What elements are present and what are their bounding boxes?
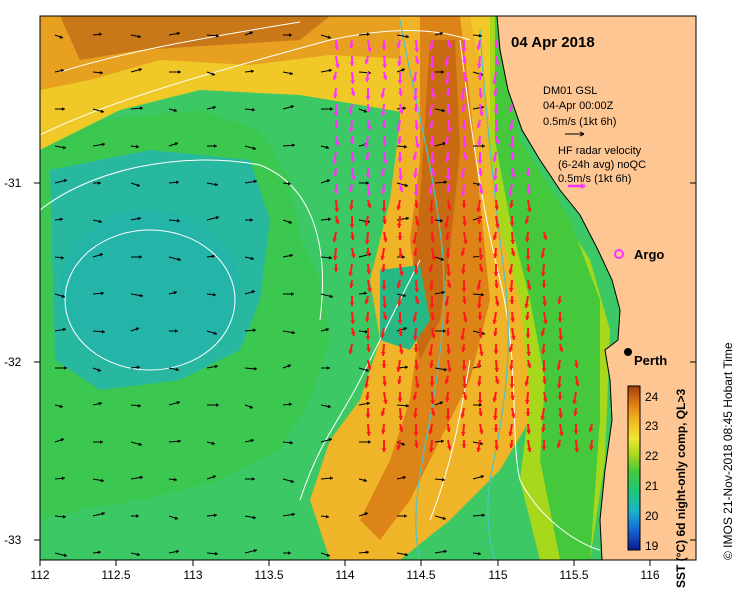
model-legend-line1: DM01 GSL: [543, 85, 598, 97]
map-date: 04 Apr 2018: [511, 34, 595, 51]
x-tick-label: 114: [335, 568, 355, 582]
colorbar: [627, 385, 641, 551]
x-tick-label: 112.5: [101, 568, 131, 582]
colorbar-tick-label: 19: [645, 539, 659, 553]
model-legend-line3: 0.5m/s (1kt 6h): [543, 116, 617, 128]
sst-map: [34, 15, 697, 566]
colorbar-tick-label: 20: [645, 509, 659, 523]
argo-label: Argo: [634, 247, 665, 262]
y-tick-label: -32: [4, 355, 22, 369]
x-tick-label: 115: [488, 568, 508, 582]
colorbar-title: SST (°C) 6d night-only comp, QL>3: [674, 388, 688, 588]
colorbar-tick-label: 23: [645, 419, 659, 433]
credit-text: © IMOS 21-Nov-2018 08:45 Hobart Time: [721, 342, 735, 560]
y-tick-label: -31: [4, 176, 22, 190]
radar-legend-line2: (6-24h avg) noQC: [558, 159, 647, 171]
colorbar-tick-label: 24: [645, 390, 659, 404]
colorbar-tick-label: 22: [645, 449, 659, 463]
model-legend-line2: 04-Apr 00:00Z: [543, 100, 614, 112]
perth-marker: [624, 348, 632, 356]
radar-legend-line3: 0.5m/s (1kt 6h): [558, 173, 632, 185]
x-tick-label: 115.5: [559, 568, 589, 582]
x-tick-label: 112: [30, 568, 50, 582]
colorbar-tick-label: 21: [645, 479, 659, 493]
y-tick-label: -33: [4, 533, 22, 547]
perth-label: Perth: [634, 353, 668, 368]
x-tick-label: 113.5: [254, 568, 284, 582]
x-tick-label: 114.5: [406, 568, 436, 582]
x-tick-label: 116: [640, 568, 660, 582]
radar-legend-line1: HF radar velocity: [558, 145, 642, 157]
x-tick-label: 113: [183, 568, 203, 582]
